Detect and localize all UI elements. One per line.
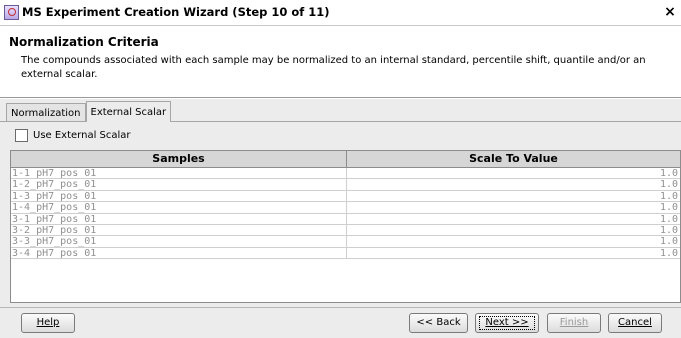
step-header: Normalization Criteria The compounds ass… [0, 27, 681, 98]
table-row[interactable]: 3-3_pH7_pos_01 1.0 [11, 236, 680, 248]
tab-external-scalar[interactable]: External Scalar [85, 101, 172, 122]
help-button-label: Help [36, 317, 60, 328]
window-title: MS Experiment Creation Wizard (Step 10 o… [22, 5, 330, 19]
step-description: The compounds associated with each sampl… [21, 55, 646, 80]
finish-button[interactable]: Finish [547, 313, 601, 333]
tab-normalization[interactable]: Normalization [6, 103, 86, 122]
scale-value-cell[interactable]: 1.0 [347, 214, 680, 224]
sample-cell: 3-1_pH7_pos_01 [11, 213, 347, 224]
use-external-scalar-label: Use External Scalar [33, 130, 131, 141]
back-button[interactable]: << Back [409, 313, 468, 333]
wizard-app-icon [4, 5, 19, 20]
step-title: Normalization Criteria [9, 35, 159, 49]
scalar-table: Samples Scale To Value 1-1_pH7_pos_01 1.… [10, 150, 681, 303]
table-row[interactable]: 1-1_pH7_pos_01 1.0 [11, 168, 680, 180]
next-button[interactable]: Next >> [475, 313, 539, 333]
table-row[interactable]: 3-1_pH7_pos_01 1.0 [11, 213, 680, 225]
close-icon[interactable]: × [663, 3, 677, 21]
use-external-scalar-option[interactable]: Use External Scalar [15, 129, 131, 142]
scale-value-cell[interactable]: 1.0 [347, 236, 680, 246]
sample-cell: 1-3_pH7_pos_01 [11, 190, 347, 202]
scale-value-cell[interactable]: 1.0 [347, 225, 680, 235]
sample-cell: 3-4_pH7_pos_01 [11, 247, 347, 259]
back-button-label: << Back [416, 317, 461, 328]
column-header-samples[interactable]: Samples [11, 151, 347, 167]
wizard-content: Normalization External Scalar Use Extern… [0, 99, 681, 338]
table-row[interactable]: 3-2_pH7_pos_01 1.0 [11, 224, 680, 237]
sample-cell: 3-3_pH7_pos_01 [11, 236, 347, 247]
scale-value-cell[interactable]: 1.0 [347, 168, 680, 178]
table-header: Samples Scale To Value [11, 151, 680, 168]
table-row[interactable]: 3-4_pH7_pos_01 1.0 [11, 247, 680, 260]
table-row[interactable]: 1-2_pH7_pos_01 1.0 [11, 179, 680, 191]
cancel-button-label: Cancel [618, 317, 652, 328]
footer-divider [0, 307, 681, 308]
use-external-scalar-checkbox[interactable] [15, 129, 28, 142]
tab-strip: Normalization External Scalar [6, 101, 172, 122]
help-button[interactable]: Help [21, 313, 75, 333]
cancel-button[interactable]: Cancel [608, 313, 662, 333]
finish-button-label: Finish [559, 317, 589, 328]
table-row[interactable]: 1-3_pH7_pos_01 1.0 [11, 190, 680, 203]
focus-ring [479, 316, 535, 330]
scale-value-cell[interactable]: 1.0 [347, 248, 680, 258]
title-bar: MS Experiment Creation Wizard (Step 10 o… [0, 0, 681, 26]
scale-value-cell[interactable]: 1.0 [347, 202, 680, 212]
column-header-scale-to-value[interactable]: Scale To Value [347, 151, 680, 167]
scale-value-cell[interactable]: 1.0 [347, 191, 680, 201]
scale-value-cell[interactable]: 1.0 [347, 179, 680, 189]
sample-cell: 1-1_pH7_pos_01 [11, 168, 347, 179]
sample-cell: 1-2_pH7_pos_01 [11, 179, 347, 190]
sample-cell: 1-4_pH7_pos_01 [11, 202, 347, 213]
sample-cell: 3-2_pH7_pos_01 [11, 224, 347, 236]
table-row[interactable]: 1-4_pH7_pos_01 1.0 [11, 202, 680, 214]
